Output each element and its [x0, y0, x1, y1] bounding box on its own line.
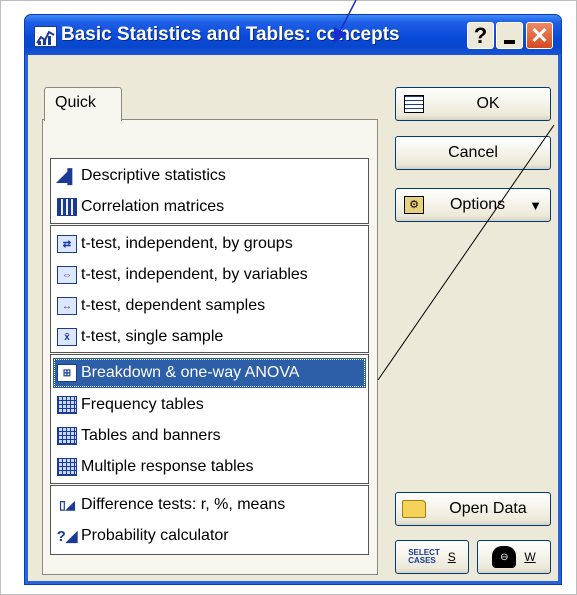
list-item-label: t-test, independent, by groups [81, 235, 293, 252]
list-item-descriptive-statistics[interactable]: ◢▌ Descriptive statistics [53, 161, 366, 191]
analysis-group-4: ▯◢ Difference tests: r, %, means ?◢ Prob… [50, 485, 369, 555]
minimize-button[interactable] [496, 22, 523, 49]
tab-quick-label: Quick [55, 94, 96, 111]
options-label: Options [449, 196, 506, 213]
breakdown-icon: ⊞ [57, 364, 77, 382]
title-bar[interactable]: Basic Statistics and Tables: concepts ? … [25, 15, 561, 55]
list-item-label: Multiple response tables [81, 458, 254, 475]
folder-open-icon [402, 499, 426, 519]
analysis-group-2: ⇄ t-test, independent, by groups ⇔ t-tes… [50, 225, 369, 353]
list-item-breakdown-anova[interactable]: ⊞ Breakdown & one-way ANOVA [53, 358, 366, 388]
list-item-ttest-variables[interactable]: ⇔ t-test, independent, by variables [53, 260, 366, 290]
list-item-label: Tables and banners [81, 427, 221, 444]
list-item-label: t-test, single sample [81, 328, 224, 345]
select-cases-button[interactable]: SELECT CASES S [395, 540, 469, 574]
app-icon [34, 26, 57, 47]
options-icon: ⚙ [402, 195, 426, 215]
close-button[interactable]: ✕ [526, 22, 553, 49]
list-item-label: Breakdown & one-way ANOVA [81, 364, 300, 381]
window-title: Basic Statistics and Tables: concepts [61, 24, 400, 45]
table-grid-icon [57, 458, 77, 476]
cancel-button[interactable]: Cancel [395, 136, 551, 170]
dialog-window: Basic Statistics and Tables: concepts ? … [24, 14, 562, 585]
minimize-icon [504, 39, 515, 44]
list-item-tables-banners[interactable]: Tables and banners [53, 421, 366, 451]
weight-key: W [524, 550, 536, 564]
ttest-single-icon: x̄ [57, 328, 77, 346]
list-item-ttest-dependent[interactable]: ↔ t-test, dependent samples [53, 291, 366, 321]
select-cases-line2: CASES [408, 556, 436, 565]
table-grid-icon [57, 396, 77, 414]
ok-icon [402, 94, 426, 114]
correlation-matrix-icon [57, 198, 77, 216]
list-item-probability-calculator[interactable]: ?◢ Probability calculator [53, 521, 366, 551]
quick-tab-panel: ◢▌ Descriptive statistics Correlation ma… [42, 119, 378, 575]
difference-tests-icon: ▯◢ [59, 498, 75, 512]
list-item-frequency-tables[interactable]: Frequency tables [53, 390, 366, 420]
list-item-correlation-matrices[interactable]: Correlation matrices [53, 192, 366, 222]
weight-icon: ⊖ [492, 546, 517, 568]
ok-button[interactable]: OK [395, 87, 551, 121]
tab-quick[interactable]: Quick [44, 87, 122, 121]
list-item-label: Frequency tables [81, 396, 204, 413]
list-item-label: t-test, independent, by variables [81, 266, 308, 283]
ttest-dependent-icon: ↔ [57, 297, 77, 315]
list-item-label: Correlation matrices [81, 198, 225, 215]
ok-label: OK [476, 95, 500, 112]
select-cases-key: S [447, 550, 456, 564]
select-cases-icon: SELECT CASES [408, 549, 440, 565]
open-data-button[interactable]: Open Data [395, 492, 551, 526]
options-button[interactable]: ⚙ Options ▼ [395, 188, 551, 222]
descriptive-chart-icon: ◢▌ [56, 167, 78, 184]
probability-calculator-icon: ?◢ [56, 528, 78, 545]
dropdown-arrow-icon: ▼ [529, 197, 542, 213]
list-item-label: Descriptive statistics [81, 167, 226, 184]
cancel-label: Cancel [448, 144, 498, 161]
weight-button[interactable]: ⊖ W [477, 540, 551, 574]
help-icon: ? [473, 22, 488, 48]
table-grid-icon [57, 427, 77, 445]
list-item-difference-tests[interactable]: ▯◢ Difference tests: r, %, means [53, 490, 366, 520]
list-item-label: t-test, dependent samples [81, 297, 266, 314]
help-button[interactable]: ? [467, 22, 494, 49]
analysis-group-3: ⊞ Breakdown & one-way ANOVA Frequency ta… [50, 354, 369, 484]
analysis-group-1: ◢▌ Descriptive statistics Correlation ma… [50, 158, 369, 224]
ttest-groups-icon: ⇄ [57, 235, 77, 253]
list-item-ttest-single[interactable]: x̄ t-test, single sample [53, 322, 366, 352]
list-item-multiple-response[interactable]: Multiple response tables [53, 452, 366, 482]
list-item-ttest-groups[interactable]: ⇄ t-test, independent, by groups [53, 229, 366, 259]
list-item-label: Probability calculator [81, 527, 229, 544]
close-icon: ✕ [530, 22, 549, 48]
open-data-label: Open Data [449, 500, 527, 517]
list-item-label: Difference tests: r, %, means [81, 496, 286, 513]
ttest-variables-icon: ⇔ [57, 266, 77, 284]
